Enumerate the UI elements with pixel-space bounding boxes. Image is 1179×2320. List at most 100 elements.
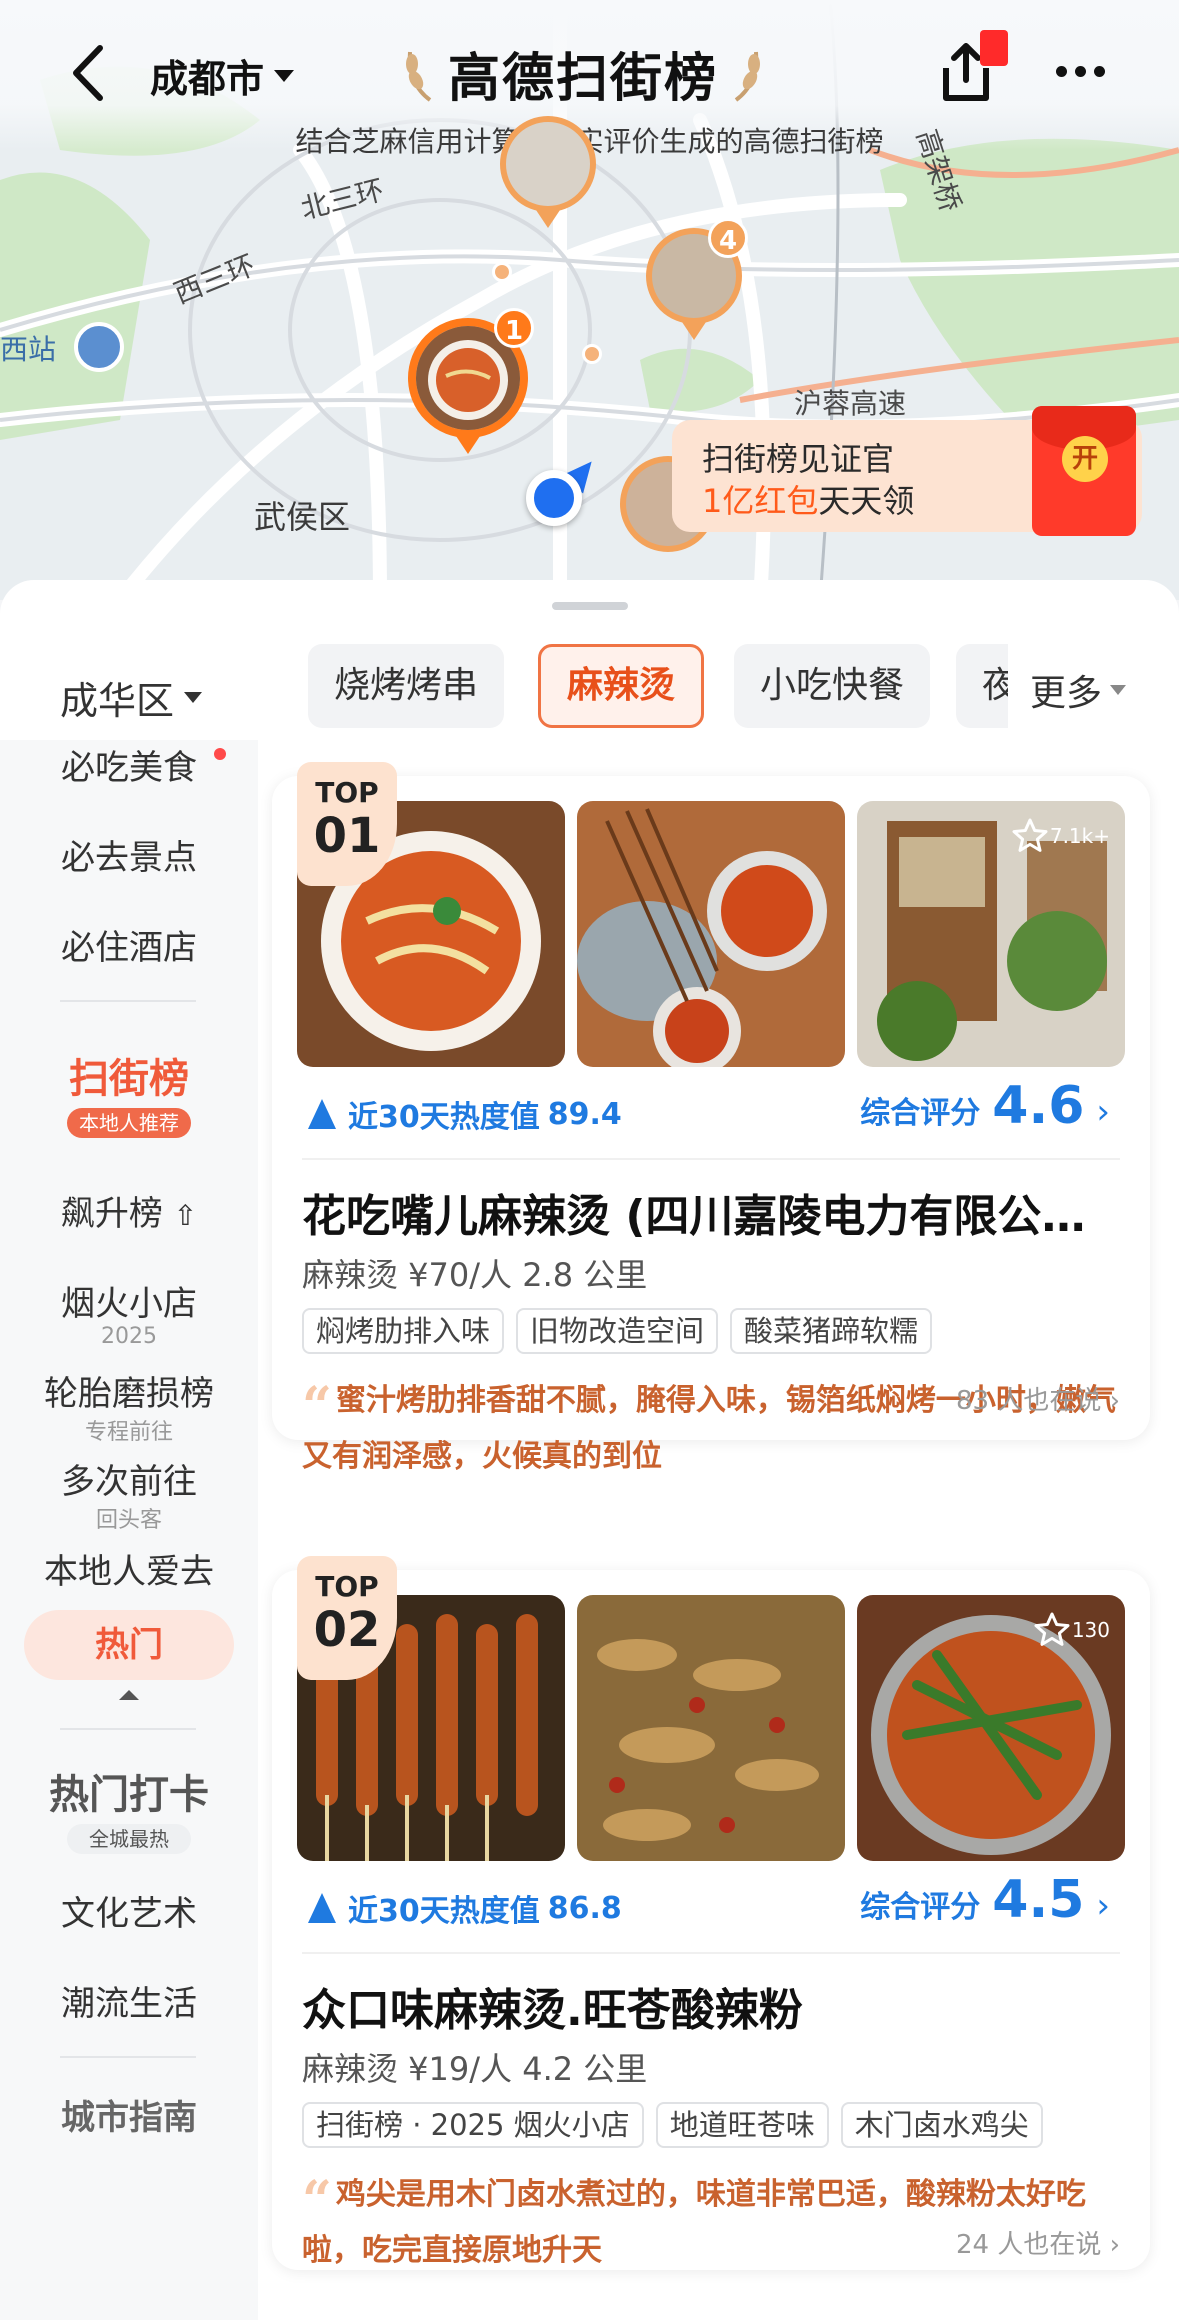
sidebar-rank-badge[interactable]: 扫街榜 本地人推荐 bbox=[34, 1040, 224, 1150]
hot-checkin-sub: 全城最热 bbox=[67, 1824, 191, 1854]
category-tabs: 烧烤烤串 麻辣烫 小吃快餐 夜 bbox=[258, 644, 1008, 734]
open-envelope-seal: 开 bbox=[1062, 436, 1108, 482]
hot-checkin-title: 热门打卡 bbox=[49, 1772, 209, 1818]
more-categories-button[interactable]: 更多 bbox=[1030, 664, 1127, 716]
sidebar-item-culture-art[interactable]: 文化艺术 bbox=[0, 1886, 258, 1935]
favorite-button[interactable]: 7.1k+ bbox=[1010, 816, 1110, 856]
sidebar-divider bbox=[60, 1000, 196, 1002]
sidebar-item-repeat-visit-sub: 回头客 bbox=[95, 1508, 162, 1533]
shop-name[interactable]: 众口味麻辣烫.旺苍酸辣粉 bbox=[302, 1974, 1122, 2038]
tag-list: 焖烤肋排入味 旧物改造空间 酸菜猪蹄软糯 bbox=[302, 1308, 933, 1354]
city-name: 成都市 bbox=[150, 57, 265, 101]
collapse-caret-icon[interactable] bbox=[119, 1690, 139, 1700]
score-value: 4.6 bbox=[992, 1076, 1085, 1136]
sidebar-item-must-stay[interactable]: 必住酒店 bbox=[0, 920, 258, 969]
drag-handle[interactable] bbox=[552, 602, 628, 610]
train-station-icon bbox=[74, 322, 124, 372]
sidebar-item-tire-wear[interactable]: 轮胎磨损榜 bbox=[0, 1366, 258, 1415]
promo-subtitle: 1亿红包天天领 bbox=[702, 482, 915, 520]
category-chip-malatang[interactable]: 麻辣烫 bbox=[538, 644, 705, 728]
rising-arrow-icon: ⇧ bbox=[173, 1199, 198, 1232]
map-label-wuhou: 武侯区 bbox=[254, 498, 351, 536]
rank-badge: TOP 02 bbox=[297, 1556, 397, 1680]
quote-mark-icon: “ bbox=[302, 2170, 332, 2231]
heat-index: 近30天热度值 89.4 bbox=[308, 1092, 622, 1136]
also-talking-link[interactable]: 83 人也在说 › bbox=[956, 1380, 1120, 1417]
chevron-right-icon: › bbox=[1096, 1092, 1110, 1132]
sidebar-item-repeat-visit[interactable]: 多次前往 bbox=[0, 1454, 258, 1503]
sidebar-item-must-eat[interactable]: 必吃美食 bbox=[0, 740, 258, 789]
map-poi-dot[interactable] bbox=[492, 262, 512, 282]
sidebar-item-must-visit[interactable]: 必去景点 bbox=[0, 830, 258, 879]
rank-top-label: TOP bbox=[315, 776, 379, 809]
sidebar-divider bbox=[60, 1728, 196, 1730]
map-view[interactable]: 成都市 高德扫街榜 结合芝麻信用计算的真实评价生成的高德扫街榜 北三环 西三环 … bbox=[0, 0, 1179, 600]
shop-meta: 麻辣烫 ¥19/人 4.2 公里 bbox=[302, 2050, 648, 2088]
sidebar-item-fireworks-shop[interactable]: 烟火小店 bbox=[0, 1276, 258, 1325]
heat-index: 近30天热度值 86.8 bbox=[308, 1886, 622, 1930]
red-envelope-badge-icon bbox=[980, 30, 1008, 66]
tag[interactable]: 旧物改造空间 bbox=[516, 1308, 719, 1354]
quote-mark-icon: “ bbox=[302, 1376, 332, 1437]
heat-value: 89.4 bbox=[547, 1096, 622, 1132]
map-pin-rank-1[interactable]: 1 bbox=[408, 308, 534, 454]
photo-strip bbox=[297, 801, 1125, 1067]
rank-number: 01 bbox=[313, 808, 381, 864]
red-envelope-icon[interactable]: 开 bbox=[1032, 406, 1136, 536]
chevron-right-icon: › bbox=[1096, 1886, 1110, 1926]
ranking-sheet: 成华区 烧烤烤串 麻辣烫 小吃快餐 夜 更多 必吃美食 必去景点 必住酒店 扫街… bbox=[0, 580, 1179, 2320]
laurel-right-icon bbox=[734, 51, 761, 102]
sidebar-item-rising[interactable]: 飙升榜 ⇧ bbox=[0, 1186, 258, 1235]
sidebar-item-locals-love[interactable]: 本地人爱去 bbox=[0, 1544, 258, 1593]
favorite-button[interactable]: 130 bbox=[1032, 1610, 1110, 1650]
map-pin-shop[interactable] bbox=[500, 116, 596, 228]
category-chip-bbq[interactable]: 烧烤烤串 bbox=[308, 644, 505, 728]
card-divider bbox=[302, 1158, 1120, 1160]
overall-score[interactable]: 综合评分 4.5 › bbox=[860, 1870, 1110, 1930]
tag[interactable]: 酸菜猪蹄软糯 bbox=[730, 1308, 933, 1354]
red-envelope-promo-banner[interactable]: 扫街榜见证官 1亿红包天天领 开 bbox=[672, 406, 1142, 536]
sidebar: 必吃美食 必去景点 必住酒店 扫街榜 本地人推荐 飙升榜 ⇧ 烟火小店 2025… bbox=[0, 740, 258, 2320]
overall-score[interactable]: 综合评分 4.6 › bbox=[860, 1076, 1110, 1136]
tag-list: 扫街榜 · 2025 烟火小店 地道旺苍味 木门卤水鸡尖 bbox=[302, 2102, 1043, 2148]
ranking-card[interactable]: TOP 01 7.1k+ 近30天热度值 89.4 综合评分 4.6 › 花吃嘴… bbox=[272, 762, 1150, 1474]
sidebar-divider bbox=[60, 2056, 196, 2058]
category-chip-snacks[interactable]: 小吃快餐 bbox=[734, 644, 931, 728]
ranking-card[interactable]: TOP 02 130 近30天热度值 86.8 综合评分 4.5 › 众口味麻辣… bbox=[272, 1556, 1150, 2270]
category-chip-night[interactable]: 夜 bbox=[956, 644, 1008, 728]
map-poi-dot[interactable] bbox=[582, 344, 602, 364]
tag[interactable]: 木门卤水鸡尖 bbox=[840, 2102, 1043, 2148]
also-talking-link[interactable]: 24 人也在说 › bbox=[956, 2224, 1120, 2261]
back-arrow-icon[interactable] bbox=[62, 38, 122, 108]
rank-top-label: TOP bbox=[315, 1570, 379, 1603]
page-title: 高德扫街榜 bbox=[448, 49, 719, 109]
food-photo[interactable] bbox=[577, 801, 845, 1067]
tag[interactable]: 扫街榜 · 2025 烟火小店 bbox=[302, 2102, 644, 2148]
more-categories-label: 更多 bbox=[1030, 673, 1103, 714]
star-icon bbox=[1012, 818, 1048, 852]
map-label-hurong-expressway: 沪蓉高速 bbox=[794, 387, 907, 420]
page-title-group: 高德扫街榜 bbox=[400, 36, 766, 111]
navigation-arrow-icon bbox=[308, 1893, 336, 1923]
star-icon bbox=[1034, 1612, 1070, 1646]
map-label-west-station: 西站 bbox=[0, 333, 57, 366]
photo-strip bbox=[297, 1595, 1125, 1861]
city-selector[interactable]: 成都市 bbox=[150, 48, 295, 103]
sidebar-item-hot[interactable]: 热门 bbox=[24, 1610, 234, 1680]
sidebar-item-trend-life[interactable]: 潮流生活 bbox=[0, 1976, 258, 2025]
map-pin-rank-4[interactable]: 4 bbox=[646, 218, 748, 340]
more-options-icon[interactable] bbox=[1056, 66, 1105, 77]
food-photo[interactable] bbox=[577, 1595, 845, 1861]
tag[interactable]: 地道旺苍味 bbox=[655, 2102, 829, 2148]
sidebar-item-fireworks-sub: 2025 bbox=[101, 1324, 157, 1349]
city-caret-icon bbox=[274, 69, 295, 82]
shop-name[interactable]: 花吃嘴儿麻辣烫 (四川嘉陵电力有限公司店) bbox=[302, 1180, 1122, 1244]
promo-title: 扫街榜见证官 bbox=[702, 440, 895, 478]
district-selector[interactable]: 成华区 bbox=[60, 670, 203, 725]
map-pin-rank-number: 4 bbox=[708, 218, 748, 258]
card-divider bbox=[302, 1952, 1120, 1954]
score-label: 综合评分 bbox=[860, 1890, 981, 1925]
sidebar-item-city-guide[interactable]: 城市指南 bbox=[0, 2090, 258, 2139]
tag[interactable]: 焖烤肋排入味 bbox=[302, 1308, 505, 1354]
sidebar-hot-checkin-badge[interactable]: 热门打卡 全城最热 bbox=[34, 1756, 224, 1866]
